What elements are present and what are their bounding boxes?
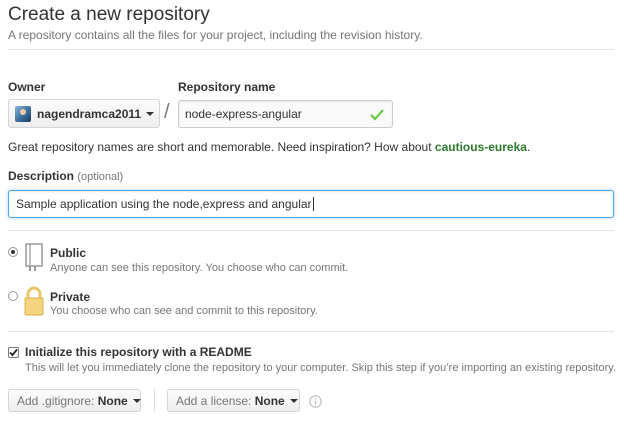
license-value: None [254, 393, 285, 408]
public-description: Anyone can see this repository. You choo… [50, 262, 349, 274]
checkmark-icon [370, 109, 384, 121]
description-input[interactable]: Sample application using the node,expres… [8, 190, 614, 218]
page-subtitle: A repository contains all the files for … [8, 28, 423, 42]
chevron-down-icon [289, 398, 298, 403]
divider [8, 49, 614, 50]
avatar [15, 105, 31, 122]
divider [8, 230, 614, 231]
divider [8, 331, 614, 332]
public-label[interactable]: Public [50, 246, 86, 260]
private-label[interactable]: Private [50, 290, 90, 304]
optional-text: (optional) [77, 171, 124, 183]
owner-name: nagendramca2011 [37, 106, 142, 121]
license-dropdown[interactable]: Add a license: None [167, 389, 300, 412]
private-description: You choose who can see and commit to thi… [50, 305, 318, 317]
owner-label: Owner [8, 80, 46, 94]
owner-dropdown[interactable]: nagendramca2011 [8, 99, 160, 128]
suggestion-name[interactable]: cautious-eureka [435, 140, 527, 154]
repo-name-input[interactable]: node-express-angular [178, 100, 393, 128]
readme-description: This will let you immediately clone the … [25, 362, 616, 374]
suggestion-end: . [526, 140, 531, 154]
page-title: Create a new repository [8, 4, 210, 25]
description-value: Sample application using the node,expres… [16, 197, 312, 211]
readme-checkbox[interactable] [8, 347, 19, 358]
private-radio[interactable] [8, 291, 18, 301]
lock-icon [24, 286, 44, 316]
suggestion-text: Great repository names are short and mem… [8, 140, 435, 154]
license-prefix: Add a license: [176, 393, 252, 408]
description-label-text: Description [8, 169, 75, 183]
readme-label[interactable]: Initialize this repository with a README [25, 345, 252, 359]
name-suggestion: Great repository names are short and mem… [8, 140, 530, 154]
vertical-divider [154, 389, 155, 412]
repo-name-label: Repository name [178, 80, 276, 94]
gitignore-value: None [97, 393, 128, 408]
public-radio[interactable] [8, 247, 18, 257]
path-separator: / [164, 101, 170, 123]
gitignore-prefix: Add .gitignore: [17, 393, 95, 408]
description-label: Description (optional) [8, 169, 123, 183]
chevron-down-icon [146, 111, 155, 116]
book-icon [25, 243, 43, 271]
repo-name-value: node-express-angular [185, 107, 302, 121]
info-icon[interactable] [309, 395, 322, 408]
text-cursor [312, 197, 314, 211]
checkbox-check-icon [9, 348, 18, 357]
gitignore-dropdown[interactable]: Add .gitignore: None [8, 389, 141, 412]
chevron-down-icon [132, 398, 141, 403]
